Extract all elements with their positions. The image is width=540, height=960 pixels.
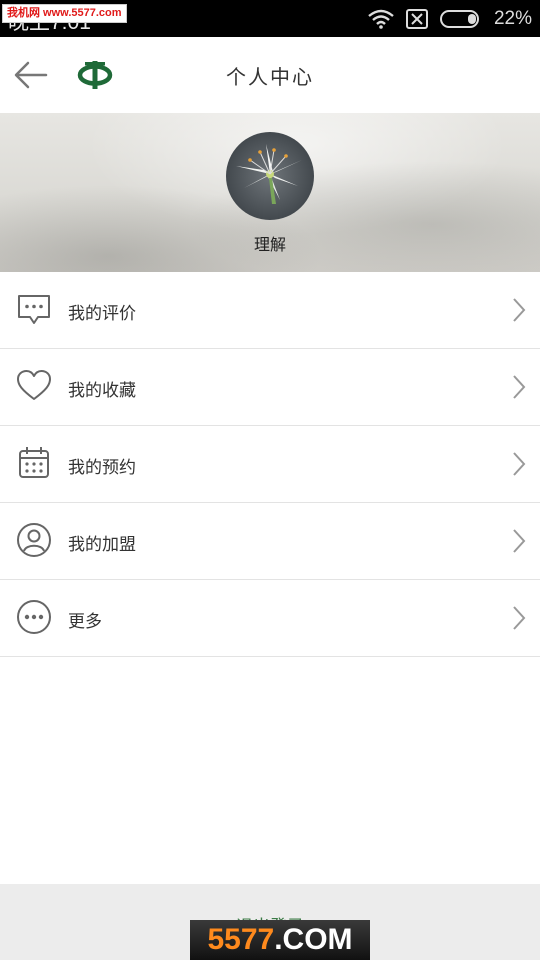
- heart-icon: [17, 370, 51, 400]
- battery-percent: 22%: [493, 8, 532, 29]
- page-title: 个人中心: [226, 65, 314, 89]
- menu-item-label: 我的加盟: [68, 535, 136, 555]
- chevron-right-icon: [513, 298, 526, 322]
- app-header: 个人中心: [0, 37, 540, 114]
- watermark-number: 5577: [207, 923, 275, 956]
- watermark-bottom: 5577.COM: [190, 920, 370, 960]
- status-icons: 22%: [368, 6, 532, 32]
- comment-icon: [18, 295, 50, 324]
- username: 理解: [253, 235, 286, 254]
- battery-icon: [439, 10, 479, 28]
- menu-item-more[interactable]: 更多: [0, 580, 540, 657]
- flower-avatar-image: [226, 132, 314, 220]
- profile-banner: 理解: [0, 113, 540, 272]
- menu-item-my-reviews[interactable]: 我的评价: [0, 272, 540, 349]
- menu-item-label: 我的预约: [68, 458, 136, 478]
- menu-item-my-appointments[interactable]: 我的预约: [0, 426, 540, 503]
- chevron-right-icon: [513, 375, 526, 399]
- menu-item-label: 更多: [68, 612, 102, 632]
- menu-item-my-franchise[interactable]: 我的加盟: [0, 503, 540, 580]
- user-icon: [17, 523, 51, 557]
- more-icon: [17, 600, 51, 634]
- menu-item-label: 我的收藏: [68, 381, 136, 401]
- watermark-top: 我机网 www.5577.com: [2, 4, 127, 23]
- avatar[interactable]: [226, 132, 314, 220]
- no-sim-icon: [405, 9, 428, 29]
- chevron-right-icon: [513, 452, 526, 476]
- watermark-domain: .COM: [274, 923, 353, 956]
- menu-list: 我的评价 我的收藏 我的预约 我的加盟 更多: [0, 272, 540, 657]
- menu-item-label: 我的评价: [68, 304, 136, 324]
- wifi-icon: [368, 9, 394, 29]
- chevron-right-icon: [513, 529, 526, 553]
- calendar-icon: [19, 447, 49, 478]
- chevron-right-icon: [513, 606, 526, 630]
- status-bar: 晚上7:01 我机网 www.5577.com 22%: [0, 0, 540, 37]
- menu-item-my-favorites[interactable]: 我的收藏: [0, 349, 540, 426]
